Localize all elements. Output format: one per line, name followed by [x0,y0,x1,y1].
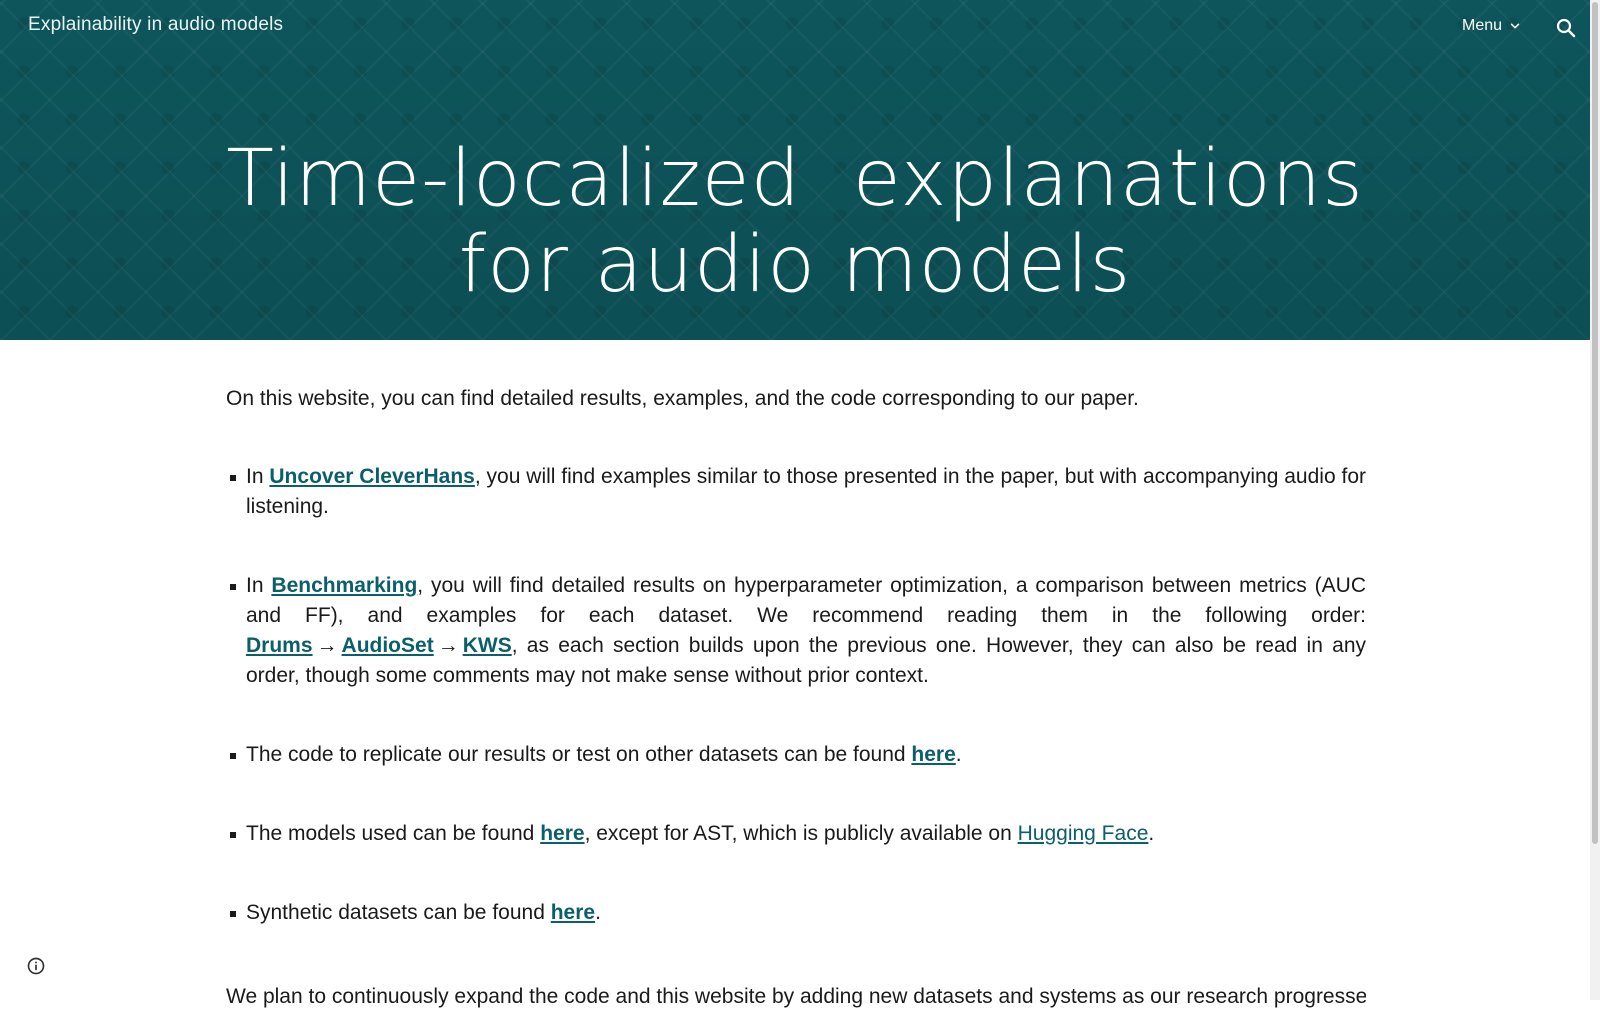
search-icon[interactable] [1554,16,1578,40]
arrow-icon: → [316,634,338,657]
list-item-text: , except for AST, which is publicly avai… [584,822,1018,845]
feature-list: In Uncover CleverHans, you will find exa… [226,462,1366,928]
list-item-text: In [246,574,272,597]
main-content: On this website, you can find detailed r… [226,384,1366,977]
scrollbar-thumb[interactable] [1592,2,1598,844]
list-item: Synthetic datasets can be found here. [226,898,1366,928]
list-item: In Benchmarking, you will find detailed … [226,571,1366,691]
benchmarking-link[interactable]: Benchmarking [271,574,417,597]
header-banner: Explainability in audio models Menu Time… [0,0,1590,340]
arrow-icon: → [437,634,459,657]
page-title-line-1: Time-localized explanations [226,134,1364,225]
drums-link[interactable]: Drums [246,634,313,657]
list-item-text: Synthetic datasets can be found [246,901,551,924]
menu-button[interactable]: Menu [1462,17,1522,35]
list-item-text: . [1148,822,1155,845]
audioset-link[interactable]: AudioSet [342,634,434,657]
list-item: The models used can be found here, excep… [226,819,1366,849]
uncover-cleverhans-link[interactable]: Uncover CleverHans [269,465,474,488]
code-here-link[interactable]: here [911,743,955,766]
hugging-face-link[interactable]: Hugging Face [1018,822,1149,845]
chevron-down-icon [1510,23,1520,29]
list-item-text: In [246,465,270,488]
info-icon[interactable] [26,956,46,976]
list-item-text: The code to replicate our results or tes… [246,743,912,766]
intro-text: On this website, you can find detailed r… [226,387,1139,410]
list-item-text: The models used can be found [246,822,541,845]
list-item-text: . [595,901,601,924]
list-item: The code to replicate our results or tes… [226,740,1366,770]
models-here-link[interactable]: here [540,822,584,845]
page-title-line-2: for audio models [458,220,1132,311]
kws-link[interactable]: KWS [463,634,512,657]
list-item-text: . [955,743,962,766]
list-item: In Uncover CleverHans, you will find exa… [226,462,1366,522]
datasets-here-link[interactable]: here [551,901,595,924]
menu-label: Menu [1462,17,1503,34]
footer-paragraph: We plan to continuously expand the code … [226,985,1366,1008]
site-title[interactable]: Explainability in audio models [28,14,283,36]
page-title: Time-localized explanations for audio mo… [0,136,1590,308]
